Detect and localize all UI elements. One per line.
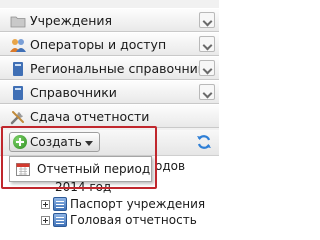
nav-item-reporting[interactable]: Сдача отчетности — [0, 104, 219, 128]
tools-icon — [10, 111, 24, 125]
folder-icon — [10, 16, 26, 28]
create-button[interactable]: Создать — [9, 132, 100, 152]
chevron-down-icon[interactable] — [199, 60, 215, 76]
nav-item-label: Учреждения — [30, 13, 113, 28]
tree-node[interactable]: Паспорт учреждения — [70, 197, 205, 211]
book-icon — [13, 86, 23, 100]
create-button-label: Создать — [30, 135, 82, 149]
nav-item-institutions[interactable]: Учреждения — [0, 8, 219, 32]
nav-item-label: Сдача отчетности — [30, 109, 150, 124]
nav-item-label: Операторы и доступ — [30, 37, 167, 52]
refresh-icon[interactable] — [196, 134, 212, 150]
chevron-down-icon[interactable] — [199, 36, 215, 52]
create-dropdown-menu: Отчетный период — [9, 156, 152, 182]
document-icon — [53, 213, 67, 227]
toolbar: Создать — [0, 130, 219, 156]
expand-icon[interactable] — [41, 216, 50, 225]
book-icon — [13, 62, 23, 76]
tree-column-header: одов — [155, 159, 186, 173]
tree-node-year[interactable]: 2014 год — [55, 180, 111, 194]
expand-icon[interactable] — [41, 200, 50, 209]
calendar-icon — [16, 163, 30, 176]
chevron-down-icon[interactable] — [199, 84, 215, 100]
nav-item-regional-directories[interactable]: Региональные справочники — [0, 56, 219, 80]
nav-item-operators[interactable]: Операторы и доступ — [0, 32, 219, 56]
users-icon — [10, 39, 26, 52]
document-icon — [53, 197, 67, 211]
nav-item-label: Справочники — [30, 85, 117, 100]
menu-item-reporting-period[interactable]: Отчетный период — [10, 157, 151, 181]
chevron-down-icon — [85, 141, 93, 146]
nav-item-label: Региональные справочники — [30, 61, 214, 76]
nav-item-directories[interactable]: Справочники — [0, 80, 219, 104]
chevron-down-icon[interactable] — [199, 12, 215, 28]
navigation-panel: Учреждения Операторы и доступ Региональн… — [0, 0, 219, 227]
menu-item-label: Отчетный период — [37, 162, 151, 176]
add-icon — [13, 135, 27, 149]
tree-node[interactable]: Головая отчетность — [70, 213, 197, 227]
